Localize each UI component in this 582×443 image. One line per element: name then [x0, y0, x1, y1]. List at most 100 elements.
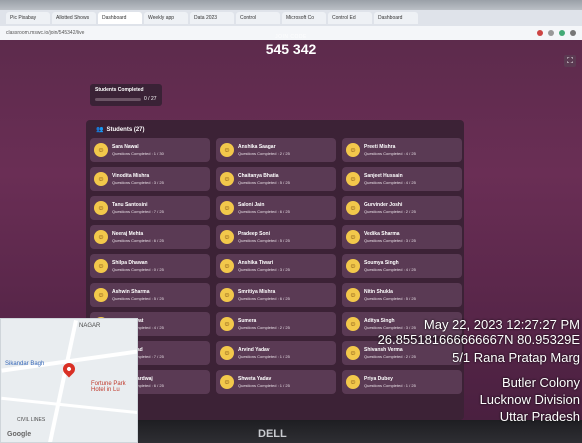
- student-info: Smritiya Mishra Questions Completed : 6 /…: [238, 289, 290, 301]
- avatar-icon: ☺: [94, 143, 108, 157]
- browser-tab[interactable]: Allotted Shows: [52, 12, 96, 24]
- student-status: Questions Completed : 1 / 25: [238, 383, 290, 388]
- progress-value: 0 / 27: [144, 96, 157, 102]
- student-card[interactable]: ☺ Anshika Saagar Questions Completed : 2 /…: [216, 138, 336, 162]
- student-status: Questions Completed : 1 / 25: [364, 383, 416, 388]
- avatar-icon: ☺: [94, 259, 108, 273]
- avatar-icon: ☺: [94, 201, 108, 215]
- student-name: Shilpa Dhawan: [112, 260, 148, 266]
- student-card[interactable]: ☺ Sumera Questions Completed : 2 / 25: [216, 312, 336, 336]
- student-status: Questions Completed : 3 / 25: [238, 267, 290, 272]
- student-name: Ashwin Sharma: [112, 289, 150, 295]
- page-header: JOIN CODE 545 342: [0, 32, 582, 57]
- student-card[interactable]: ☺ Priya Dubey Questions Completed : 1 / 25: [342, 370, 462, 394]
- student-card[interactable]: ☺ Arvind Yadav Questions Completed : 1 / 2…: [216, 341, 336, 365]
- student-card[interactable]: ☺ Pradeep Soni Questions Completed : 5 / 2…: [216, 225, 336, 249]
- avatar-icon: ☺: [346, 172, 360, 186]
- student-card[interactable]: ☺ Shweta Yadav Questions Completed : 1 / 2…: [216, 370, 336, 394]
- student-status: Questions Completed : 5 / 25: [364, 296, 416, 301]
- overlay-address-line: Butler Colony: [501, 375, 580, 390]
- student-card[interactable]: ☺ Shilpa Dhawan Questions Completed : 0 / …: [90, 254, 210, 278]
- student-info: Anshika Saagar Questions Completed : 2 / …: [238, 144, 290, 156]
- student-card[interactable]: ☺ Tanu Santosini Questions Completed : 7 /…: [90, 196, 210, 220]
- avatar-icon: ☺: [220, 288, 234, 302]
- student-card[interactable]: ☺ Vinodita Mishra Questions Completed : 3 …: [90, 167, 210, 191]
- student-status: Questions Completed : 4 / 25: [364, 180, 416, 185]
- overlay-address-line: 5/1 Rana Pratap Marg: [452, 350, 580, 365]
- student-info: Preeti Mishra Questions Completed : 4 / 2…: [364, 144, 416, 156]
- student-status: Questions Completed : 6 / 25: [112, 238, 164, 243]
- student-name: Arvind Yadav: [238, 347, 270, 353]
- avatar-icon: ☺: [220, 259, 234, 273]
- avatar-icon: ☺: [220, 375, 234, 389]
- student-card[interactable]: ☺ Nitin Shukla Questions Completed : 5 / 2…: [342, 283, 462, 307]
- avatar-icon: ☺: [94, 230, 108, 244]
- student-card[interactable]: ☺ Chaitanya Bhatia Questions Completed : 5…: [216, 167, 336, 191]
- student-info: Sumera Questions Completed : 2 / 25: [238, 318, 290, 330]
- student-info: Neeraj Mehta Questions Completed : 6 / 25: [112, 231, 164, 243]
- fullscreen-button[interactable]: ⛶: [564, 55, 576, 67]
- avatar-icon: ☺: [346, 143, 360, 157]
- student-name: Anshika Saagar: [238, 144, 276, 150]
- student-name: Priya Dubey: [364, 376, 393, 382]
- student-status: Questions Completed : 1 / 25: [238, 354, 290, 359]
- student-card[interactable]: ☺ Neeraj Mehta Questions Completed : 6 / 2…: [90, 225, 210, 249]
- student-name: Pradeep Soni: [238, 231, 270, 237]
- student-status: Questions Completed : 6 / 25: [238, 296, 290, 301]
- student-info: Tanu Santosini Questions Completed : 7 / …: [112, 202, 164, 214]
- browser-tab[interactable]: Control Ed: [328, 12, 372, 24]
- avatar-icon: ☺: [346, 201, 360, 215]
- student-status: Questions Completed : 5 / 25: [238, 180, 290, 185]
- student-name: Preeti Mishra: [364, 144, 396, 150]
- student-card[interactable]: ☺ Anshika Tiwari Questions Completed : 3 /…: [216, 254, 336, 278]
- student-name: Sara Nawal: [112, 144, 139, 150]
- student-name: Sanjeet Hussain: [364, 173, 403, 179]
- student-status: Questions Completed : 0 / 25: [112, 267, 164, 272]
- completion-progress: Students Completed 0 / 27: [90, 84, 162, 106]
- student-info: Ashwin Sharma Questions Completed : 5 / 2…: [112, 289, 164, 301]
- student-status: Questions Completed : 6 / 25: [238, 209, 290, 214]
- student-card[interactable]: ☺ Vedika Sharma Questions Completed : 3 / …: [342, 225, 462, 249]
- student-info: Pradeep Soni Questions Completed : 5 / 25: [238, 231, 290, 243]
- student-info: Chaitanya Bhatia Questions Completed : 5 …: [238, 173, 290, 185]
- browser-tab[interactable]: Dashboard: [98, 12, 142, 24]
- browser-tab[interactable]: Control: [236, 12, 280, 24]
- map-label: NAGAR: [79, 323, 101, 329]
- student-name: Anshika Tiwari: [238, 260, 274, 266]
- map-road: [1, 396, 137, 415]
- student-status: Questions Completed : 2 / 25: [364, 354, 416, 359]
- student-info: Sanjeet Hussain Questions Completed : 4 /…: [364, 173, 416, 185]
- student-card[interactable]: ☺ Smritiya Mishra Questions Completed : 6 …: [216, 283, 336, 307]
- student-card[interactable]: ☺ Gurvinder Joshi Questions Completed : 2 …: [342, 196, 462, 220]
- student-card[interactable]: ☺ Preeti Mishra Questions Completed : 4 / …: [342, 138, 462, 162]
- browser-tab[interactable]: Data 2023: [190, 12, 234, 24]
- student-card[interactable]: ☺ Saloni Jain Questions Completed : 6 / 25: [216, 196, 336, 220]
- overlay-address-line: Lucknow Division: [479, 392, 580, 407]
- avatar-icon: ☺: [94, 288, 108, 302]
- users-icon: 👥: [96, 127, 104, 133]
- student-name: Neeraj Mehta: [112, 231, 144, 237]
- student-card[interactable]: ☺ Ashwin Sharma Questions Completed : 5 / …: [90, 283, 210, 307]
- student-status: Questions Completed : 4 / 25: [364, 267, 416, 272]
- student-card[interactable]: ☺ Sanjeet Hussain Questions Completed : 4 …: [342, 167, 462, 191]
- student-name: Shivansh Verma: [364, 347, 403, 353]
- student-name: Chaitanya Bhatia: [238, 173, 279, 179]
- avatar-icon: ☺: [220, 230, 234, 244]
- student-status: Questions Completed : 1 / 30: [112, 151, 164, 156]
- student-info: Shilpa Dhawan Questions Completed : 0 / 2…: [112, 260, 164, 272]
- avatar-icon: ☺: [220, 346, 234, 360]
- student-info: Soumya Singh Questions Completed : 4 / 25: [364, 260, 416, 272]
- student-info: Shivansh Verma Questions Completed : 2 / …: [364, 347, 416, 359]
- progress-label: Students Completed: [95, 87, 144, 93]
- browser-tab[interactable]: Microsoft Co: [282, 12, 326, 24]
- avatar-icon: ☺: [346, 259, 360, 273]
- browser-tab[interactable]: Weekly app: [144, 12, 188, 24]
- browser-tab[interactable]: Dashboard: [374, 12, 418, 24]
- student-name: Saloni Jain: [238, 202, 265, 208]
- browser-tab[interactable]: Pic Pixabay: [6, 12, 50, 24]
- student-card[interactable]: ☺ Sara Nawal Questions Completed : 1 / 30: [90, 138, 210, 162]
- student-status: Questions Completed : 3 / 25: [364, 238, 416, 243]
- student-info: Arvind Yadav Questions Completed : 1 / 25: [238, 347, 290, 359]
- student-card[interactable]: ☺ Soumya Singh Questions Completed : 4 / 2…: [342, 254, 462, 278]
- tab-bar: Pic Pixabay Allotted Shows Dashboard Wee…: [0, 10, 582, 26]
